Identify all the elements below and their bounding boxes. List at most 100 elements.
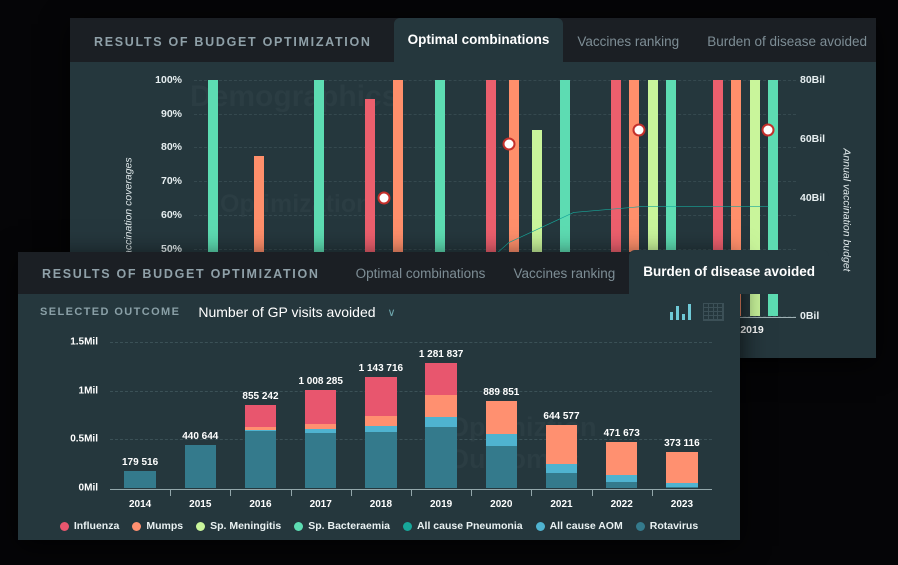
legend-item[interactable]: Sp. Meningitis	[196, 520, 281, 532]
front-chart-x-tick: 2016	[249, 499, 272, 510]
front-chart-tick-mark	[350, 490, 352, 496]
front-chart-segment[interactable]	[606, 442, 638, 476]
front-chart-segment[interactable]	[124, 470, 156, 488]
back-y2-tick: 60Bil	[800, 133, 826, 145]
front-chart-bar-column[interactable]: 1 008 285	[298, 376, 343, 488]
front-chart-bar-column[interactable]: 889 851	[483, 387, 519, 488]
back-y-tick: 80%	[160, 141, 182, 154]
tab-burden-of-disease-avoided[interactable]: Burden of disease avoided	[693, 34, 881, 62]
front-chart-segment[interactable]	[485, 401, 517, 435]
legend-item[interactable]: Sp. Bacteraemia	[294, 520, 390, 532]
front-chart-bar-column[interactable]: 1 281 837	[419, 349, 463, 488]
front-chart-value-label: 1 143 716	[358, 362, 404, 374]
front-tab-vaccines-ranking[interactable]: Vaccines ranking	[499, 266, 629, 294]
legend-color-dot	[294, 521, 304, 531]
back-y2-tick: 80Bil	[800, 74, 826, 86]
front-chart-segment[interactable]	[244, 404, 277, 428]
front-chart-stack	[606, 442, 638, 488]
front-chart-segment[interactable]	[545, 472, 578, 488]
front-chart-segment[interactable]	[485, 434, 517, 447]
tab-optimal-combinations[interactable]: Optimal combinations	[393, 18, 564, 62]
front-chart-value-label: 471 673	[603, 428, 640, 440]
legend-label: All cause Pneumonia	[416, 520, 523, 532]
chevron-down-icon[interactable]: ∨	[388, 306, 396, 319]
front-chart-bar-column[interactable]: 440 644	[182, 431, 218, 488]
front-chart-tick-mark	[290, 490, 292, 496]
front-chart-segment[interactable]	[425, 363, 457, 396]
back-panel-header: RESULTS OF BUDGET OPTIMIZATION Optimal c…	[70, 18, 876, 62]
back-y-tick: 90%	[160, 107, 182, 120]
legend-item[interactable]: Mumps	[132, 520, 183, 532]
front-chart-segment[interactable]	[425, 426, 457, 488]
front-chart-segment[interactable]	[365, 432, 397, 488]
front-chart-segment[interactable]	[485, 446, 517, 488]
results-panel-burden-of-disease: RESULTS OF BUDGET OPTIMIZATION Optimal c…	[18, 250, 830, 540]
front-chart-x-tick: 2022	[610, 499, 633, 510]
front-chart-segment[interactable]	[184, 445, 216, 488]
back-chart-line-marker[interactable]	[502, 137, 516, 151]
front-tab-optimal-combinations[interactable]: Optimal combinations	[342, 266, 500, 294]
front-chart-tick-mark	[411, 490, 412, 496]
front-chart-value-label: 855 242	[242, 390, 279, 402]
legend-label: All cause AOM	[549, 520, 623, 532]
front-chart-segment[interactable]	[365, 415, 397, 427]
back-y-tick: 100%	[155, 74, 182, 86]
front-chart-value-label: 1 008 285	[298, 375, 343, 387]
bar-chart-icon[interactable]	[669, 304, 691, 320]
gridline	[110, 342, 712, 344]
front-chart-segment[interactable]	[425, 395, 457, 417]
front-chart-bar-column[interactable]: 1 143 716	[359, 363, 403, 488]
front-panel-header: RESULTS OF BUDGET OPTIMIZATION Optimal c…	[18, 250, 830, 294]
front-chart-stack	[124, 470, 156, 488]
front-panel-body: Optimiztion Outcomes SELECTED OUTCOME Nu…	[18, 294, 740, 540]
back-y-tick: 70%	[160, 175, 182, 188]
front-chart-value-label: 1 281 837	[418, 349, 464, 361]
front-chart-x-tick: 2014	[128, 499, 152, 510]
front-chart-tick-mark	[230, 490, 232, 496]
front-tab-burden-of-disease-avoided[interactable]: Burden of disease avoided	[629, 250, 830, 294]
front-chart-value-label: 373 116	[664, 437, 700, 449]
front-chart-segment[interactable]	[545, 464, 578, 473]
table-grid-icon[interactable]	[703, 303, 724, 321]
legend-item[interactable]: Influenza	[59, 520, 119, 532]
front-chart-bar-column[interactable]: 373 116	[664, 438, 700, 488]
back-y-tick: 60%	[160, 208, 182, 221]
front-chart-stack	[184, 445, 216, 488]
front-chart-segment[interactable]	[305, 432, 337, 488]
front-chart-tick-mark	[170, 490, 172, 496]
legend-item[interactable]: All cause Pneumonia	[402, 520, 523, 532]
front-chart-segment[interactable]	[666, 486, 698, 488]
back-panel-title: RESULTS OF BUDGET OPTIMIZATION	[94, 35, 372, 49]
tab-vaccines-ranking[interactable]: Vaccines ranking	[563, 34, 693, 62]
front-chart-bar-column[interactable]: 855 242	[242, 391, 279, 488]
legend-color-dot	[402, 521, 412, 531]
front-chart-segment[interactable]	[425, 416, 457, 427]
front-chart-x-tick: 2021	[550, 499, 573, 510]
back-chart-x-tick-label: 2019	[740, 324, 764, 336]
front-chart-segment[interactable]	[606, 482, 638, 488]
front-chart-segment[interactable]	[545, 425, 578, 465]
legend-item[interactable]: Rotavirus	[635, 520, 699, 532]
front-chart-segment[interactable]	[365, 376, 397, 416]
front-chart-bar-column[interactable]: 471 673	[604, 428, 640, 488]
front-chart-segment[interactable]	[666, 451, 698, 483]
back-chart-line-marker[interactable]	[632, 123, 646, 137]
front-chart-stack	[244, 404, 277, 488]
front-chart-y-axis: 0Mil 0.5Mil 1Mil 1.5Mil	[18, 337, 104, 494]
back-chart-line-marker[interactable]	[761, 123, 775, 137]
front-chart-tick-mark	[471, 490, 473, 496]
front-chart-bar-column[interactable]: 644 577	[543, 411, 580, 488]
front-chart-bar-column[interactable]: 179 516	[122, 457, 158, 488]
front-chart-segment[interactable]	[606, 475, 638, 483]
legend-item[interactable]: All cause AOM	[535, 520, 623, 532]
back-chart-y2-axis-title: Annual vaccination budget	[840, 148, 853, 272]
selected-outcome-dropdown[interactable]: Number of GP visits avoided	[198, 304, 375, 320]
front-chart-segment[interactable]	[305, 389, 337, 425]
back-chart-line-marker[interactable]	[377, 191, 391, 205]
front-chart-segment[interactable]	[244, 430, 277, 488]
legend-label: Rotavirus	[649, 520, 699, 532]
front-chart-stack	[666, 451, 698, 488]
legend-color-dot	[535, 521, 545, 531]
legend-color-dot	[132, 521, 142, 531]
front-y-tick: 0.5Mil	[70, 433, 98, 445]
